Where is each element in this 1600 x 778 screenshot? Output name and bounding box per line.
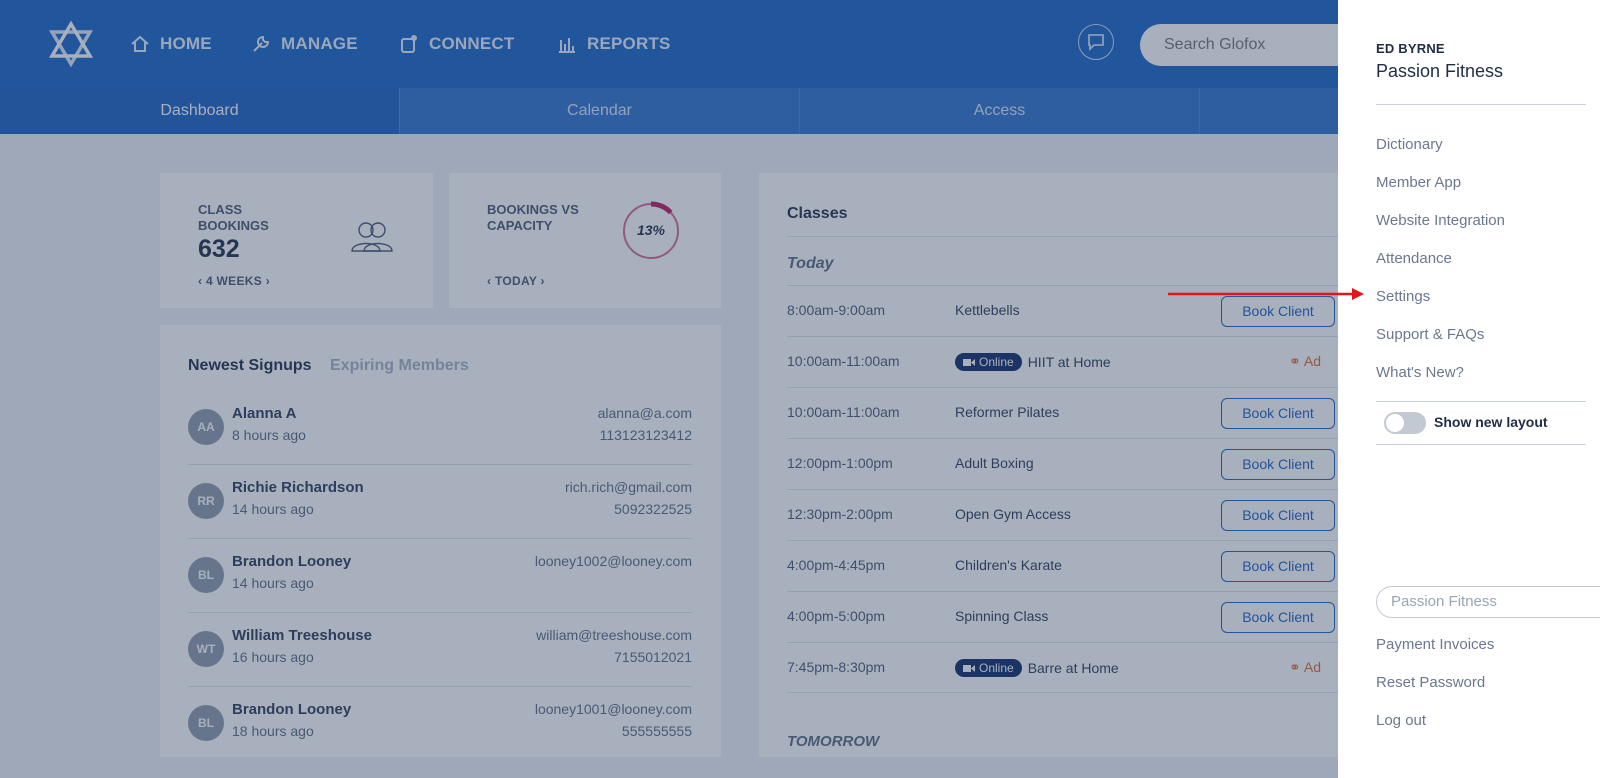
toggle-knob [1386,414,1404,432]
menu-item-support-faqs[interactable]: Support & FAQs [1376,326,1484,343]
divider [1376,104,1586,105]
show-new-layout-toggle[interactable] [1384,412,1426,434]
gym-name: Passion Fitness [1376,61,1504,81]
show-new-layout-label: Show new layout [1434,414,1548,430]
menu-item-attendance[interactable]: Attendance [1376,250,1452,267]
menu-item-payment-invoices[interactable]: Payment Invoices [1376,636,1494,653]
modal-backdrop[interactable] [0,0,1338,778]
annotation-arrow-icon [1168,288,1364,300]
menu-item-log-out[interactable]: Log out [1376,712,1426,729]
divider [1376,401,1586,402]
user-name: ED BYRNE [1376,41,1445,56]
menu-item-website-integration[interactable]: Website Integration [1376,212,1505,229]
menu-item-dictionary[interactable]: Dictionary [1376,136,1443,153]
menu-item-settings[interactable]: Settings [1376,288,1430,305]
account-menu-panel: ED BYRNE Passion Fitness Dictionary Memb… [1338,0,1600,778]
menu-item-whats-new[interactable]: What's New? [1376,364,1464,381]
divider [1376,444,1586,445]
location-select[interactable]: Passion Fitness [1376,586,1600,618]
menu-item-reset-password[interactable]: Reset Password [1376,674,1485,691]
menu-item-member-app[interactable]: Member App [1376,174,1461,191]
